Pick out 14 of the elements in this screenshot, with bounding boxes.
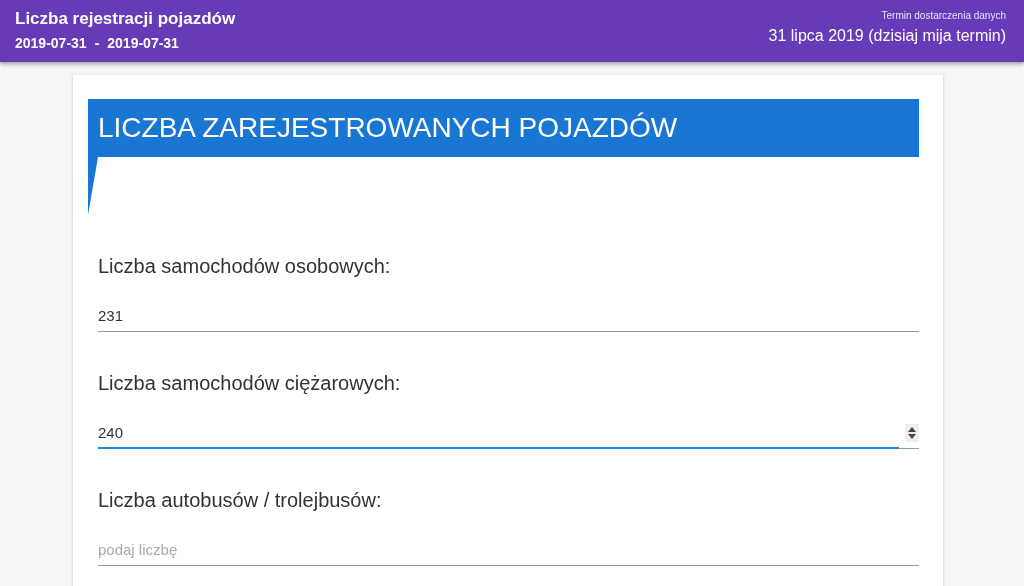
app-title: Liczba rejestracji pojazdów bbox=[15, 9, 236, 29]
number-input[interactable]: 240 bbox=[98, 417, 899, 449]
field-label: Liczba autobusów / trolejbusów: bbox=[98, 489, 383, 512]
deadline-label: Termin dostarczenia danych bbox=[881, 10, 1006, 21]
spinner-icon[interactable] bbox=[905, 423, 919, 442]
date-to: 2019-07-31 bbox=[107, 35, 179, 51]
number-input[interactable]: podaj liczbę bbox=[98, 534, 919, 566]
section-banner: LICZBA ZAREJESTROWANYCH POJAZDÓW bbox=[88, 99, 919, 157]
deadline-text: 31 lipca 2019 (dzisiaj mija termin) bbox=[768, 27, 1006, 45]
date-from: 2019-07-31 bbox=[15, 35, 87, 51]
date-separator: - bbox=[94, 35, 100, 51]
field-label: Liczba samochodów ciężarowych: bbox=[98, 372, 402, 395]
field-label: Liczba samochodów osobowych: bbox=[98, 255, 392, 278]
number-input[interactable]: 231 bbox=[98, 300, 919, 332]
